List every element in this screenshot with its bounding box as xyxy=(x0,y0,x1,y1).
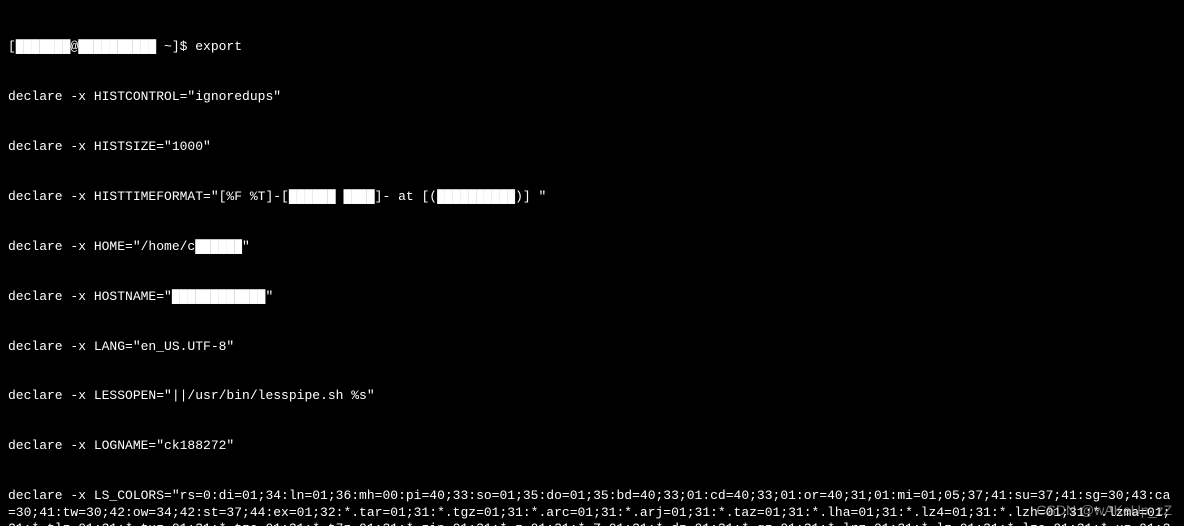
prompt-line: [███████@██████████ ~]$ export xyxy=(8,39,1176,56)
output-line: declare -x HOSTNAME="████████████" xyxy=(8,289,1176,306)
output-line: declare -x LANG="en_US.UTF-8" xyxy=(8,339,1176,356)
output-line: declare -x HOME="/home/c██████" xyxy=(8,239,1176,256)
output-line: declare -x LESSOPEN="||/usr/bin/lesspipe… xyxy=(8,388,1176,405)
output-line: declare -x HISTTIMEFORMAT="[%F %T]-[████… xyxy=(8,189,1176,206)
output-line: declare -x HISTCONTROL="ignoredups" xyxy=(8,89,1176,106)
output-line: declare -x HISTSIZE="1000" xyxy=(8,139,1176,156)
output-line: declare -x LS_COLORS="rs=0:di=01;34:ln=0… xyxy=(8,488,1176,526)
terminal-output[interactable]: [███████@██████████ ~]$ export declare -… xyxy=(0,0,1184,526)
output-line: declare -x LOGNAME="ck188272" xyxy=(8,438,1176,455)
